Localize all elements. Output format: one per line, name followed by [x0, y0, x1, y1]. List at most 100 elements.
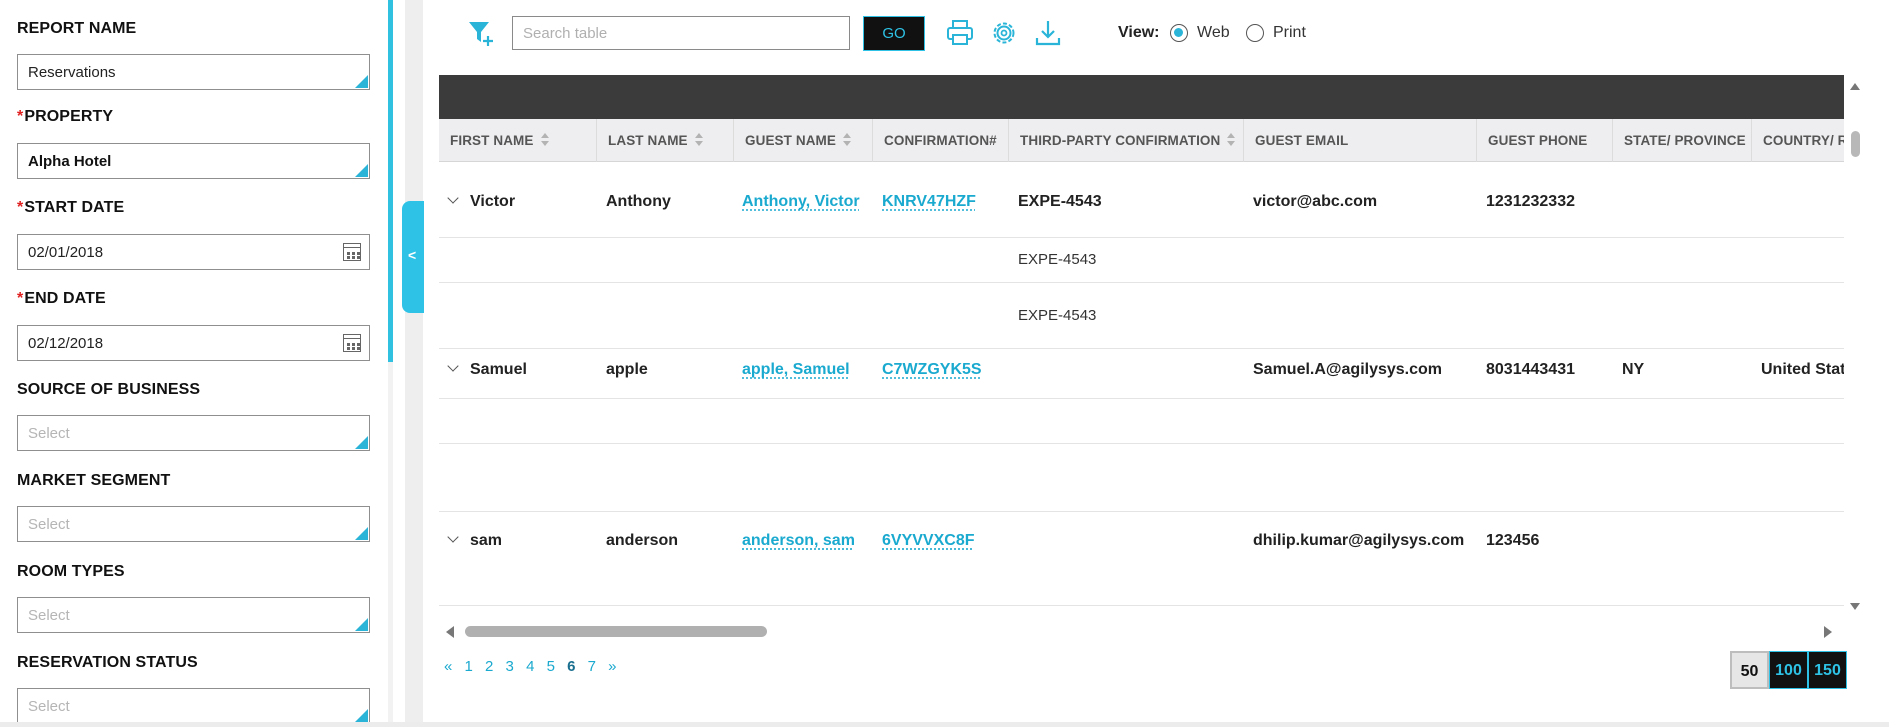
- page-link-1[interactable]: 1: [465, 658, 473, 675]
- table-header: FIRST NAME LAST NAME GUEST NAME CONFIRMA…: [439, 119, 1844, 162]
- room-types-select[interactable]: Select: [17, 597, 370, 633]
- pagination-prev[interactable]: «: [444, 658, 452, 675]
- sort-icon[interactable]: [843, 133, 852, 147]
- reservations-table: FIRST NAME LAST NAME GUEST NAME CONFIRMA…: [439, 75, 1844, 610]
- guest-name-link[interactable]: apple, Samuel: [742, 361, 850, 379]
- market-segment-select[interactable]: Select: [17, 506, 370, 542]
- page-link-3[interactable]: 3: [506, 658, 514, 675]
- sort-icon[interactable]: [1227, 133, 1236, 147]
- page-link-5[interactable]: 5: [547, 658, 555, 675]
- filter-panel-scroll-thumb[interactable]: [388, 0, 393, 362]
- last-name-cell: Anthony: [606, 193, 671, 210]
- guest-email-cell: victor@abc.com: [1253, 193, 1378, 210]
- print-icon[interactable]: [943, 16, 977, 50]
- column-header-first-name[interactable]: FIRST NAME: [439, 119, 597, 162]
- report-name-value: Reservations: [28, 64, 116, 81]
- confirmation-link[interactable]: 6VYVVXC8F: [882, 532, 974, 550]
- view-web-radio[interactable]: [1170, 24, 1188, 42]
- pagination-next[interactable]: »: [608, 658, 616, 675]
- table-vertical-scroll-thumb[interactable]: [1851, 131, 1860, 157]
- page-link-2[interactable]: 2: [485, 658, 493, 675]
- sort-icon[interactable]: [694, 133, 703, 147]
- column-header-state-province[interactable]: STATE/ PROVINCE: [1613, 119, 1752, 162]
- start-date-field[interactable]: 02/01/2018: [17, 234, 370, 270]
- report-name-label: REPORT NAME: [17, 20, 137, 37]
- third-party-confirmation-cell: EXPE-4543: [1018, 251, 1097, 268]
- dropdown-corner-icon: [355, 618, 368, 631]
- guest-name-link[interactable]: Anthony, Victor: [742, 193, 860, 211]
- property-value: Alpha Hotel: [28, 153, 112, 170]
- view-print-label[interactable]: Print: [1273, 24, 1306, 42]
- end-date-label: *END DATE: [17, 290, 106, 307]
- scroll-left-arrow-icon[interactable]: [446, 626, 454, 638]
- guest-phone-cell: 123456: [1486, 532, 1540, 549]
- scroll-right-arrow-icon[interactable]: [1824, 626, 1832, 638]
- gear-icon[interactable]: [987, 16, 1021, 50]
- start-date-value: 02/01/2018: [28, 244, 104, 261]
- resize-corner-icon: [355, 75, 368, 88]
- reservation-status-select[interactable]: Select: [17, 688, 370, 724]
- table-title-bar: [439, 75, 1844, 119]
- end-date-field[interactable]: 02/12/2018: [17, 325, 370, 361]
- view-label: View:: [1118, 24, 1160, 41]
- country-cell: United State: [1761, 361, 1844, 378]
- chevron-down-icon[interactable]: [447, 531, 459, 543]
- column-header-third-party-confirmation[interactable]: THIRD-PARTY CONFIRMATION: [1009, 119, 1244, 162]
- view-web-label[interactable]: Web: [1197, 24, 1230, 42]
- report-name-field[interactable]: Reservations: [17, 54, 370, 90]
- scroll-down-arrow-icon[interactable]: [1850, 603, 1860, 610]
- table-row: sam anderson anderson, sam 6VYVVXC8F dhi…: [439, 512, 1844, 606]
- search-input[interactable]: [512, 16, 850, 50]
- third-party-confirmation-cell: EXPE-4543: [1018, 193, 1102, 210]
- table-toolbar: GO View: Web Print: [424, 0, 1889, 70]
- chevron-left-icon: <: [408, 247, 417, 263]
- confirmation-link[interactable]: C7WZGYK5S: [882, 361, 982, 379]
- column-header-guest-email[interactable]: GUEST EMAIL: [1244, 119, 1477, 162]
- column-header-last-name[interactable]: LAST NAME: [597, 119, 734, 162]
- market-segment-placeholder: Select: [28, 516, 70, 533]
- table-horizontal-scroll-thumb[interactable]: [465, 626, 767, 637]
- source-of-business-placeholder: Select: [28, 425, 70, 442]
- page-size-50-button[interactable]: 50: [1730, 651, 1769, 689]
- column-header-guest-phone[interactable]: GUEST PHONE: [1477, 119, 1613, 162]
- calendar-icon[interactable]: [343, 334, 361, 352]
- reservation-status-label: RESERVATION STATUS: [17, 654, 198, 671]
- panel-divider: [405, 0, 423, 727]
- table-sub-row: EXPE-4543: [439, 283, 1844, 349]
- guest-name-link[interactable]: anderson, sam: [742, 532, 855, 550]
- guest-phone-cell: 8031443431: [1486, 361, 1575, 378]
- column-header-guest-name[interactable]: GUEST NAME: [734, 119, 873, 162]
- page-link-7[interactable]: 7: [588, 658, 596, 675]
- chevron-down-icon[interactable]: [447, 360, 459, 372]
- go-button[interactable]: GO: [863, 16, 925, 51]
- end-date-value: 02/12/2018: [28, 335, 104, 352]
- column-header-confirmation[interactable]: CONFIRMATION#: [873, 119, 1009, 162]
- view-print-radio[interactable]: [1246, 24, 1264, 42]
- market-segment-label: MARKET SEGMENT: [17, 472, 171, 489]
- table-sub-row: [439, 399, 1844, 444]
- start-date-label: *START DATE: [17, 199, 125, 216]
- sort-icon[interactable]: [540, 133, 549, 147]
- download-icon[interactable]: [1031, 16, 1065, 50]
- filter-add-icon[interactable]: [464, 16, 498, 50]
- table-row: Victor Anthony Anthony, Victor KNRV47HZF…: [439, 171, 1844, 238]
- source-of-business-select[interactable]: Select: [17, 415, 370, 451]
- page-size-150-button[interactable]: 150: [1808, 651, 1847, 689]
- page-link-6-current[interactable]: 6: [567, 658, 575, 675]
- property-select[interactable]: Alpha Hotel: [17, 143, 370, 179]
- guest-email-cell: dhilip.kumar@agilysys.com: [1253, 532, 1465, 549]
- scroll-up-arrow-icon[interactable]: [1850, 83, 1860, 90]
- last-name-cell: anderson: [606, 532, 679, 549]
- column-header-country[interactable]: COUNTRY/ R: [1752, 119, 1844, 162]
- dropdown-corner-icon: [355, 164, 368, 177]
- pagination: « 1 2 3 4 5 6 7 »: [444, 658, 624, 675]
- page-link-4[interactable]: 4: [526, 658, 534, 675]
- third-party-confirmation-cell: EXPE-4543: [1018, 307, 1097, 324]
- chevron-down-icon[interactable]: [447, 192, 459, 204]
- calendar-icon[interactable]: [343, 243, 361, 261]
- confirmation-link[interactable]: KNRV47HZF: [882, 193, 976, 211]
- page-size-100-button[interactable]: 100: [1769, 651, 1808, 689]
- collapse-panel-button[interactable]: <: [402, 201, 424, 313]
- table-sub-row: EXPE-4543: [439, 238, 1844, 283]
- source-of-business-label: SOURCE OF BUSINESS: [17, 381, 201, 398]
